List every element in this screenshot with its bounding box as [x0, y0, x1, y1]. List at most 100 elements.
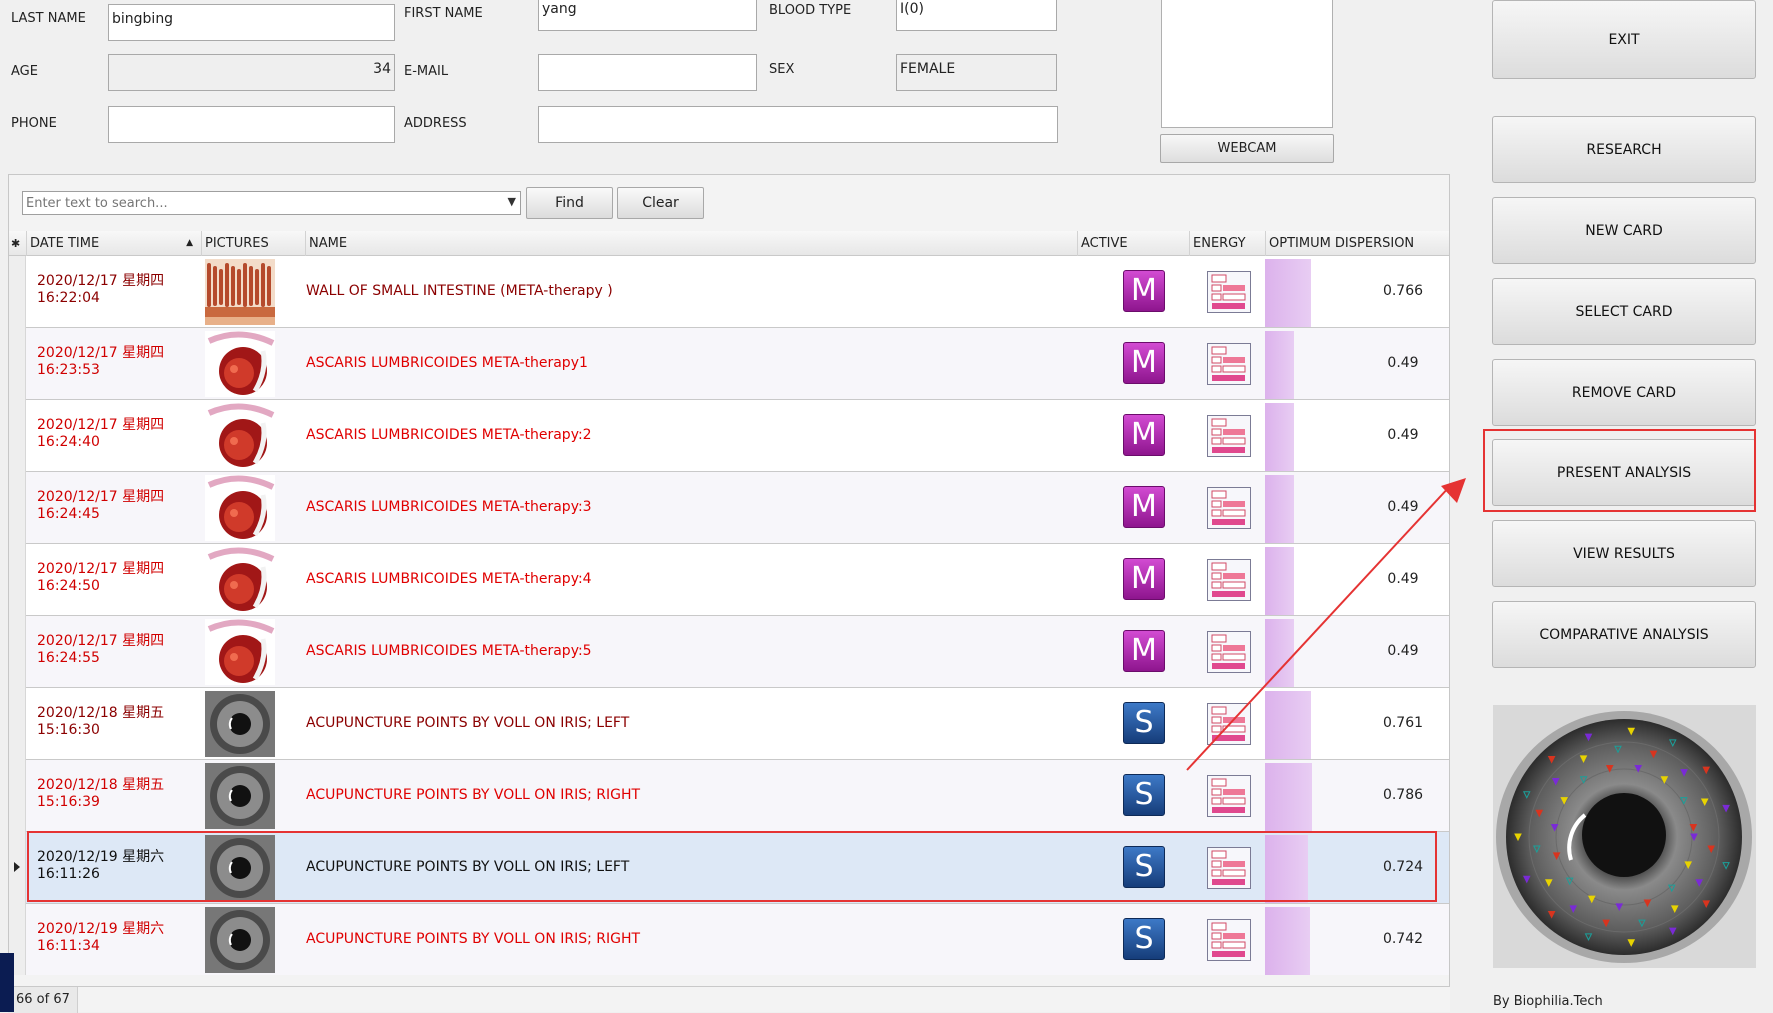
- phone-label: PHONE: [11, 116, 57, 131]
- energy-chart-icon[interactable]: [1207, 271, 1251, 317]
- record-counter: 66 of 67: [16, 992, 70, 1007]
- optimum-cell: 0.49: [1265, 544, 1449, 616]
- research-button[interactable]: RESEARCH: [1492, 116, 1756, 183]
- view-results-button[interactable]: VIEW RESULTS: [1492, 520, 1756, 587]
- name-cell: ACUPUNCTURE POINTS BY VOLL ON IRIS; RIGH…: [306, 931, 641, 947]
- taskbar-app-icon[interactable]: [0, 953, 14, 1012]
- column-header-energy[interactable]: ENERGY: [1189, 231, 1265, 256]
- date-text: 2020/12/17 星期四: [37, 417, 165, 433]
- remove-card-button[interactable]: REMOVE CARD: [1492, 359, 1756, 426]
- meta-therapy-badge-icon[interactable]: M: [1123, 558, 1165, 600]
- optimum-cell: 0.786: [1265, 760, 1449, 832]
- chevron-down-icon[interactable]: ▼: [508, 195, 516, 208]
- date-text: 2020/12/17 星期四: [37, 345, 165, 361]
- row-indicator[interactable]: [9, 688, 26, 760]
- search-input[interactable]: [23, 192, 493, 214]
- row-indicator[interactable]: [9, 544, 26, 616]
- energy-chart-icon[interactable]: [1207, 847, 1251, 893]
- table-row[interactable]: 2020/12/18 星期五 15:16:39 ACUPUNCTURE POINTS…: [9, 760, 1449, 832]
- sex-label: SEX: [769, 62, 795, 77]
- column-header-pictures[interactable]: PICTURES: [201, 231, 305, 256]
- datetime-cell: 2020/12/19 星期六 16:11:26: [26, 832, 201, 904]
- time-text: 16:11:26: [37, 866, 100, 882]
- standard-badge-icon[interactable]: S: [1123, 846, 1165, 888]
- meta-therapy-badge-icon[interactable]: M: [1123, 270, 1165, 312]
- row-indicator[interactable]: [9, 832, 26, 904]
- column-header-optimum[interactable]: OPTIMUM DISPERSION: [1265, 231, 1449, 256]
- table-row[interactable]: 2020/12/17 星期四 16:22:04 WALL OF SMALL INTE…: [9, 256, 1449, 328]
- datetime-cell: 2020/12/19 星期六 16:11:34: [26, 904, 201, 975]
- present-analysis-button[interactable]: PRESENT ANALYSIS: [1492, 439, 1756, 506]
- energy-chart-icon[interactable]: [1207, 559, 1251, 605]
- energy-chart-icon[interactable]: [1207, 703, 1251, 749]
- energy-chart-icon[interactable]: [1207, 415, 1251, 461]
- standard-badge-icon[interactable]: S: [1123, 918, 1165, 960]
- sort-ascending-icon: ▲: [186, 238, 193, 248]
- row-indicator[interactable]: [9, 328, 26, 400]
- new-card-button[interactable]: NEW CARD: [1492, 197, 1756, 264]
- table-row[interactable]: 2020/12/19 星期六 16:11:26 ACUPUNCTURE POINTS…: [9, 832, 1449, 904]
- current-row-arrow-icon: [14, 862, 20, 872]
- webcam-button[interactable]: WEBCAM: [1160, 134, 1334, 163]
- optimum-cell: 0.49: [1265, 328, 1449, 400]
- exit-button[interactable]: EXIT: [1492, 0, 1756, 79]
- standard-badge-icon[interactable]: S: [1123, 702, 1165, 744]
- active-cell: M: [1077, 616, 1189, 688]
- table-row[interactable]: 2020/12/17 星期四 16:24:40 ASCARIS LUMBRICOID…: [9, 400, 1449, 472]
- meta-therapy-badge-icon[interactable]: M: [1123, 342, 1165, 384]
- row-indicator[interactable]: [9, 616, 26, 688]
- standard-badge-icon[interactable]: S: [1123, 774, 1165, 816]
- blood-type-field[interactable]: I(0): [896, 0, 1057, 31]
- first-name-field[interactable]: yang: [538, 0, 757, 31]
- energy-chart-icon[interactable]: [1207, 343, 1251, 389]
- row-indicator[interactable]: [9, 472, 26, 544]
- table-row[interactable]: 2020/12/19 星期六 16:11:34 ACUPUNCTURE POINTS…: [9, 904, 1449, 975]
- find-button[interactable]: Find: [526, 187, 613, 219]
- optimum-value: 0.786: [1382, 787, 1424, 803]
- search-combobox[interactable]: ▼: [22, 191, 521, 215]
- energy-cell: [1189, 688, 1265, 760]
- optimum-value: 0.49: [1387, 499, 1419, 515]
- table-row[interactable]: 2020/12/17 星期四 16:24:50 ASCARIS LUMBRICOID…: [9, 544, 1449, 616]
- table-row[interactable]: 2020/12/17 星期四 16:24:45 ASCARIS LUMBRICOID…: [9, 472, 1449, 544]
- optimum-value: 0.761: [1382, 715, 1424, 731]
- energy-chart-icon[interactable]: [1207, 487, 1251, 533]
- table-row[interactable]: 2020/12/17 星期四 16:23:53 ASCARIS LUMBRICOID…: [9, 328, 1449, 400]
- remove-card-button-label: REMOVE CARD: [1571, 384, 1677, 401]
- datetime-cell: 2020/12/17 星期四 16:24:55: [26, 616, 201, 688]
- last-name-field[interactable]: bingbing: [108, 4, 395, 41]
- datetime-cell: 2020/12/17 星期四 16:24:50: [26, 544, 201, 616]
- table-row[interactable]: 2020/12/17 星期四 16:24:55 ASCARIS LUMBRICOID…: [9, 616, 1449, 688]
- optimum-dispersion-bar: [1265, 907, 1310, 975]
- date-text: 2020/12/17 星期四: [37, 273, 165, 289]
- email-label: E-MAIL: [404, 64, 449, 79]
- energy-chart-icon[interactable]: [1207, 775, 1251, 821]
- sex-field[interactable]: FEMALE: [896, 54, 1057, 91]
- energy-chart-icon[interactable]: [1207, 631, 1251, 677]
- comparative-analysis-button[interactable]: COMPARATIVE ANALYSIS: [1492, 601, 1756, 668]
- optimum-cell: 0.49: [1265, 616, 1449, 688]
- table-row[interactable]: 2020/12/18 星期五 15:16:30 ACUPUNCTURE POINTS…: [9, 688, 1449, 760]
- exit-button-label: EXIT: [1608, 31, 1640, 48]
- column-header-name[interactable]: NAME: [305, 231, 1077, 256]
- select-card-button[interactable]: SELECT CARD: [1492, 278, 1756, 345]
- row-indicator[interactable]: [9, 256, 26, 328]
- address-field[interactable]: [538, 106, 1058, 143]
- column-header-active[interactable]: ACTIVE: [1077, 231, 1189, 256]
- clear-button[interactable]: Clear: [617, 187, 704, 219]
- meta-therapy-badge-icon[interactable]: M: [1123, 630, 1165, 672]
- energy-cell: [1189, 256, 1265, 328]
- meta-therapy-badge-icon[interactable]: M: [1123, 486, 1165, 528]
- date-text: 2020/12/19 星期六: [37, 849, 165, 865]
- date-text: 2020/12/18 星期五: [37, 777, 165, 793]
- phone-field[interactable]: [108, 106, 395, 143]
- row-indicator[interactable]: [9, 400, 26, 472]
- first-name-label: FIRST NAME: [404, 6, 483, 21]
- row-indicator[interactable]: [9, 760, 26, 832]
- email-field[interactable]: [538, 54, 757, 91]
- column-header-datetime[interactable]: DATE TIME ▲: [26, 231, 201, 256]
- time-text: 15:16:30: [37, 722, 100, 738]
- meta-therapy-badge-icon[interactable]: M: [1123, 414, 1165, 456]
- energy-chart-icon[interactable]: [1207, 919, 1251, 965]
- age-field[interactable]: 34: [108, 54, 395, 91]
